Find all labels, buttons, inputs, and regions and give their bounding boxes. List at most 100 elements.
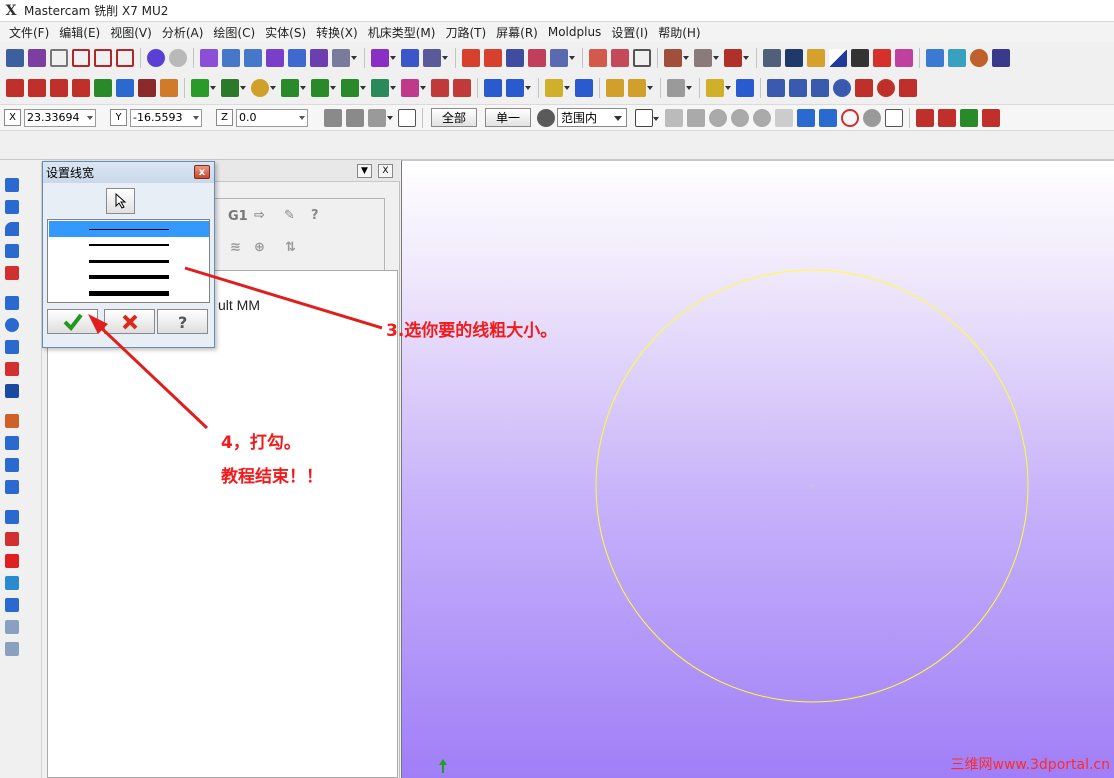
lightbulb-icon[interactable] [807,49,825,67]
verify-selection-icon[interactable] [537,108,556,127]
page-icon[interactable] [763,49,781,67]
pencil-icon[interactable] [606,79,624,97]
wave-icon[interactable]: ≋ [230,240,241,255]
diag-line-icon[interactable] [982,108,1001,127]
cube-solid-icon[interactable] [5,384,19,398]
render-icon[interactable] [611,49,629,67]
select-single-button[interactable]: 单一 [485,108,532,127]
dialog-close-button[interactable]: x [194,165,210,179]
selection-mode-select[interactable]: 范围内 [557,108,628,127]
stop-icon[interactable] [841,108,860,127]
line-width-option-1[interactable] [49,221,209,237]
break-icon[interactable] [506,79,531,97]
redo-icon[interactable] [169,49,187,67]
menu-xform[interactable]: 转换(X) [311,24,363,41]
circle-tool-icon[interactable] [970,49,988,67]
gray-circle-icon[interactable] [863,108,882,127]
polygon-select-icon[interactable] [709,108,728,127]
dimension-h-icon[interactable] [767,79,785,97]
axis-icon[interactable] [855,79,873,97]
line-width-option-5[interactable] [49,285,209,301]
spline-icon[interactable] [401,79,426,97]
pick-from-screen-button[interactable] [106,188,135,214]
dimension-angle-icon[interactable] [811,79,829,97]
tool-icon[interactable]: ✎ [284,208,295,223]
gcode-arrow-icon[interactable]: ⇨ [254,208,265,223]
ok-button[interactable] [47,309,98,334]
menu-solids[interactable]: 实体(S) [260,24,311,41]
bounding-box-icon[interactable] [453,79,471,97]
unzoom-icon[interactable] [288,49,306,67]
grid-point-icon[interactable] [94,79,112,97]
box-icon[interactable] [5,296,19,310]
window-select-icon[interactable] [687,108,706,127]
torus-icon[interactable] [5,362,19,376]
scale-icon[interactable] [736,79,754,97]
menu-create[interactable]: 绘图(C) [208,24,260,41]
two-viewports-v-icon[interactable] [94,49,112,67]
shell-icon[interactable] [5,414,19,428]
plus-point-icon[interactable] [191,79,216,97]
view-direction-icon[interactable] [423,49,448,67]
shape-icon[interactable] [506,49,524,67]
wire-cube-2-icon[interactable] [5,642,19,656]
multi-view-icon[interactable] [28,49,46,67]
layout-icon[interactable] [5,480,19,494]
z-coordinate-input[interactable] [236,108,308,127]
menu-edit[interactable]: 编辑(E) [54,24,105,41]
menu-view[interactable]: 视图(V) [105,24,157,41]
rectangle-icon[interactable] [341,79,366,97]
solid-red-icon[interactable] [5,266,19,280]
red-square-icon[interactable] [5,554,19,568]
tool-icon[interactable] [724,49,749,67]
x-axis-label[interactable]: X [4,109,21,126]
fit-icon[interactable] [200,49,218,67]
chain-select-icon[interactable] [665,108,684,127]
toolpath-icon[interactable] [664,49,689,67]
grid-icon[interactable] [462,49,480,67]
cplane-icon[interactable] [371,49,396,67]
menu-help[interactable]: 帮助(H) [653,24,705,41]
settings-grid-icon[interactable] [368,108,393,127]
select-all-button[interactable]: 全部 [431,108,478,127]
extra-icon[interactable] [992,49,1010,67]
help-button[interactable]: ? [157,309,208,334]
draft-icon[interactable] [5,436,19,450]
dimension-v-icon[interactable] [789,79,807,97]
part-icon[interactable] [926,49,944,67]
down-arrow-icon[interactable] [5,244,19,258]
undo-icon[interactable] [147,49,165,67]
cylinder-icon[interactable] [371,79,396,97]
four-viewports-icon[interactable] [116,49,134,67]
paint-icon[interactable] [895,49,913,67]
chamfer-icon[interactable] [311,79,336,97]
area-select-icon[interactable] [753,108,772,127]
help-icon[interactable] [398,108,416,127]
fast-point-icon[interactable] [324,108,342,127]
wire-cube-icon[interactable] [5,620,19,634]
help-icon[interactable]: ? [311,208,319,223]
camera-icon[interactable] [851,49,869,67]
chevron-down-icon[interactable] [193,115,199,123]
trim-solid-icon[interactable] [5,458,19,472]
point-icon[interactable] [6,79,24,97]
bulb-modify-icon[interactable] [706,79,731,97]
cursor-arrow-icon[interactable] [635,108,660,127]
gray-tool-icon[interactable] [667,79,692,97]
y-axis-label[interactable]: Y [110,109,127,126]
line-width-option-2[interactable] [49,237,209,253]
line-width-option-4[interactable] [49,269,209,285]
view-grid-icon[interactable] [310,49,328,67]
point-segment-icon[interactable] [50,79,68,97]
chevron-down-icon[interactable] [299,115,305,123]
line-cut-icon[interactable] [899,79,917,97]
zoom-window-icon[interactable] [222,49,240,67]
green-plus-icon[interactable] [960,108,979,127]
point-dynamic-icon[interactable] [28,79,46,97]
verify-icon[interactable] [819,108,838,127]
cube-icon[interactable] [401,49,419,67]
stripes-icon[interactable] [484,49,502,67]
layers-icon[interactable] [5,510,19,524]
x-coordinate-input[interactable] [24,108,96,127]
extrude-icon[interactable] [5,178,19,192]
